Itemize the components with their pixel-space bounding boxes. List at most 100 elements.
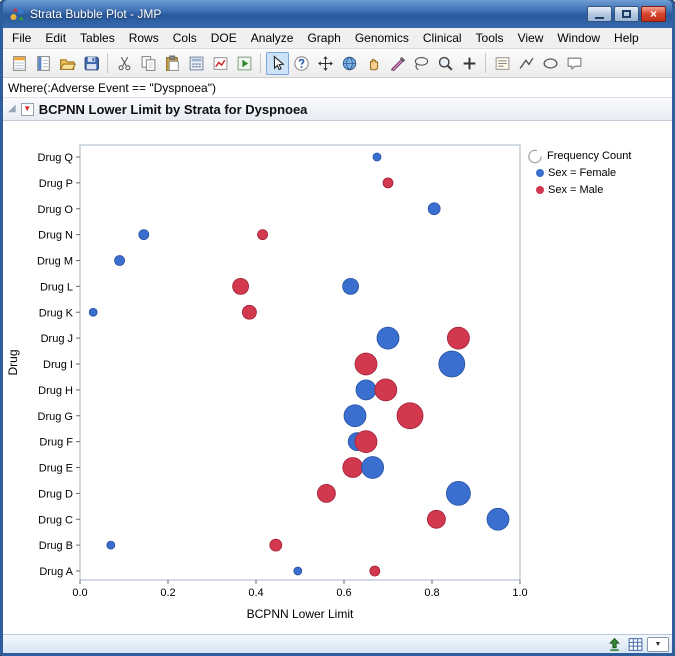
bubble-drug-n-female[interactable] bbox=[139, 230, 149, 240]
bubble-drug-m-female[interactable] bbox=[115, 256, 125, 266]
minimize-icon bbox=[595, 17, 604, 19]
new-journal-icon[interactable] bbox=[32, 52, 55, 75]
bubble-drug-l-male[interactable] bbox=[233, 278, 249, 294]
menu-cols[interactable]: Cols bbox=[166, 29, 204, 47]
help-tool-icon[interactable] bbox=[290, 52, 313, 75]
bubble-drug-j-male[interactable] bbox=[447, 327, 469, 349]
bubble-drug-a-male[interactable] bbox=[370, 566, 380, 576]
bubble-drug-h-female[interactable] bbox=[356, 380, 376, 400]
x-tick-label: 1.0 bbox=[512, 587, 527, 599]
bubble-drug-i-male[interactable] bbox=[355, 353, 377, 375]
calculator-icon[interactable] bbox=[185, 52, 208, 75]
menu-doe[interactable]: DOE bbox=[204, 29, 244, 47]
annotate-text-icon[interactable] bbox=[491, 52, 514, 75]
status-dropdown-button[interactable]: ▼ bbox=[647, 637, 669, 652]
menu-clinical[interactable]: Clinical bbox=[416, 29, 469, 47]
bubble-drug-c-female[interactable] bbox=[487, 508, 509, 530]
y-category-label: Drug D bbox=[38, 488, 73, 500]
close-button[interactable]: × bbox=[641, 6, 666, 22]
run-script-icon[interactable] bbox=[233, 52, 256, 75]
bubble-drug-h-male[interactable] bbox=[375, 379, 397, 401]
bubble-drug-g-male[interactable] bbox=[397, 403, 423, 429]
bubble-drug-i-female[interactable] bbox=[439, 351, 465, 377]
x-tick-label: 0.6 bbox=[336, 587, 351, 599]
menu-edit[interactable]: Edit bbox=[38, 29, 73, 47]
menu-genomics[interactable]: Genomics bbox=[348, 29, 416, 47]
legend-marker-female[interactable] bbox=[536, 169, 544, 177]
maximize-button[interactable] bbox=[614, 6, 639, 22]
y-category-label: Drug M bbox=[37, 256, 73, 268]
where-bar: Where(:Adverse Event == "Dyspnoea") bbox=[3, 78, 672, 98]
crosshair-tool-icon[interactable] bbox=[458, 52, 481, 75]
y-category-label: Drug C bbox=[38, 514, 73, 526]
bubble-drug-l-female[interactable] bbox=[343, 278, 359, 294]
y-category-label: Drug J bbox=[41, 333, 73, 345]
x-tick-label: 0.0 bbox=[72, 587, 87, 599]
copy-icon[interactable] bbox=[137, 52, 160, 75]
bubble-drug-c-male[interactable] bbox=[427, 510, 445, 528]
bubble-drug-p-male[interactable] bbox=[383, 178, 393, 188]
bubble-drug-b-female[interactable] bbox=[107, 541, 115, 549]
scroller-tool-icon[interactable] bbox=[386, 52, 409, 75]
grabber-tool-icon[interactable] bbox=[362, 52, 385, 75]
grid-icon[interactable] bbox=[626, 636, 644, 652]
disclosure-triangle-icon[interactable]: ◢ bbox=[8, 104, 16, 114]
menu-view[interactable]: View bbox=[511, 29, 551, 47]
annotate-balloon-icon[interactable] bbox=[563, 52, 586, 75]
brush-tool-icon[interactable] bbox=[338, 52, 361, 75]
bubble-drug-b-male[interactable] bbox=[270, 539, 282, 551]
save-icon[interactable] bbox=[80, 52, 103, 75]
arrow-tool-icon[interactable] bbox=[266, 52, 289, 75]
bubble-drug-g-female[interactable] bbox=[344, 405, 366, 427]
minimize-button[interactable] bbox=[587, 6, 612, 22]
annotate-shape-icon[interactable] bbox=[539, 52, 562, 75]
legend-series-label[interactable]: Sex = Female bbox=[548, 167, 616, 179]
y-category-label: Drug P bbox=[39, 178, 73, 190]
new-data-table-icon[interactable] bbox=[8, 52, 31, 75]
bubble-drug-q-female[interactable] bbox=[373, 153, 381, 161]
bubble-drug-a-female[interactable] bbox=[294, 567, 302, 575]
menu-tools[interactable]: Tools bbox=[469, 29, 511, 47]
legend: Frequency CountSex = FemaleSex = Male bbox=[527, 147, 631, 198]
y-category-label: Drug N bbox=[38, 230, 73, 242]
bubble-drug-e-male[interactable] bbox=[343, 458, 363, 478]
y-category-label: Drug I bbox=[43, 359, 73, 371]
bubble-drug-n-male[interactable] bbox=[258, 230, 268, 240]
bubble-drug-f-male[interactable] bbox=[355, 431, 377, 453]
bubble-drug-d-male[interactable] bbox=[317, 484, 335, 502]
x-tick-label: 0.8 bbox=[424, 587, 439, 599]
title-bar[interactable]: Strata Bubble Plot - JMP × bbox=[3, 0, 672, 28]
toolbar-separator bbox=[107, 53, 108, 73]
bubble-drug-k-female[interactable] bbox=[89, 308, 97, 316]
cut-icon[interactable] bbox=[113, 52, 136, 75]
menu-tables[interactable]: Tables bbox=[73, 29, 122, 47]
clear-icon[interactable] bbox=[209, 52, 232, 75]
menu-file[interactable]: File bbox=[5, 29, 38, 47]
pan-tool-icon[interactable] bbox=[314, 52, 337, 75]
y-category-label: Drug E bbox=[39, 463, 73, 475]
menu-analyze[interactable]: Analyze bbox=[244, 29, 301, 47]
bubble-drug-j-female[interactable] bbox=[377, 327, 399, 349]
bubble-drug-k-male[interactable] bbox=[242, 305, 256, 319]
legend-series-label[interactable]: Sex = Male bbox=[548, 184, 603, 196]
paste-icon[interactable] bbox=[161, 52, 184, 75]
menu-rows[interactable]: Rows bbox=[122, 29, 166, 47]
y-category-label: Drug K bbox=[39, 307, 74, 319]
lasso-tool-icon[interactable] bbox=[410, 52, 433, 75]
menu-window[interactable]: Window bbox=[550, 29, 607, 47]
bubble-drug-o-female[interactable] bbox=[428, 203, 440, 215]
bubble-drug-e-female[interactable] bbox=[362, 457, 384, 479]
red-hotspot-icon[interactable]: ▼ bbox=[21, 103, 34, 116]
menu-help[interactable]: Help bbox=[607, 29, 646, 47]
open-icon[interactable] bbox=[56, 52, 79, 75]
y-category-label: Drug O bbox=[38, 204, 74, 216]
annotate-line-icon[interactable] bbox=[515, 52, 538, 75]
legend-marker-male[interactable] bbox=[536, 186, 544, 194]
y-category-label: Drug L bbox=[40, 281, 73, 293]
magnifier-tool-icon[interactable] bbox=[434, 52, 457, 75]
go-top-icon[interactable] bbox=[605, 636, 623, 652]
y-axis-title: Drug bbox=[6, 349, 20, 375]
bubble-drug-d-female[interactable] bbox=[446, 481, 470, 505]
window-controls: × bbox=[587, 6, 666, 22]
menu-graph[interactable]: Graph bbox=[300, 29, 347, 47]
